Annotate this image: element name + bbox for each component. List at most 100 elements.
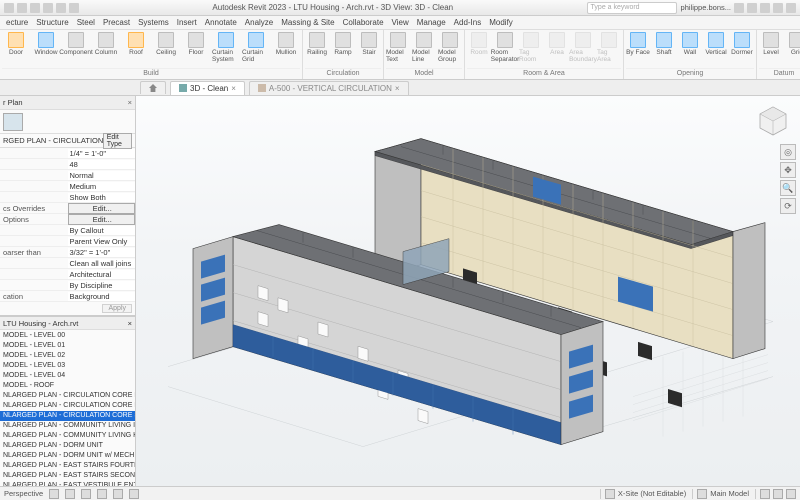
- browser-item[interactable]: NLARGED PLAN - CIRCULATION CORE SECOND/T…: [0, 411, 135, 421]
- tab-structure[interactable]: Structure: [36, 18, 68, 27]
- tab-addins[interactable]: Add-Ins: [454, 18, 482, 27]
- revit-logo-icon[interactable]: [4, 3, 14, 13]
- browser-item[interactable]: NLARGED PLAN - COMMUNITY LIVING KITCHENE…: [0, 431, 135, 441]
- sun-path-icon[interactable]: [65, 489, 75, 499]
- property-value[interactable]: 1/4" = 1'-0": [68, 149, 136, 158]
- property-value[interactable]: By Callout: [68, 226, 136, 235]
- view-tab-3d[interactable]: 3D - Clean×: [170, 81, 245, 95]
- close-icon[interactable]: [786, 3, 796, 13]
- roof-button[interactable]: Roof: [122, 31, 150, 68]
- tab-architecture[interactable]: ecture: [6, 18, 28, 27]
- favorite-icon[interactable]: [734, 3, 744, 13]
- property-value[interactable]: Show Both: [68, 193, 136, 202]
- model-text-button[interactable]: Model Text: [386, 31, 410, 68]
- browser-item[interactable]: NLARGED PLAN - CIRCULATION CORE FIRST FL…: [0, 391, 135, 401]
- redo-icon[interactable]: [56, 3, 66, 13]
- property-value[interactable]: Medium: [68, 182, 136, 191]
- view-tab-home[interactable]: [140, 81, 166, 94]
- view-tab-a500[interactable]: A-500 - VERTICAL CIRCULATION×: [249, 81, 409, 95]
- project-browser[interactable]: MODEL - LEVEL 00MODEL - LEVEL 01MODEL - …: [0, 330, 135, 486]
- property-value[interactable]: By Discipline: [68, 281, 136, 290]
- close-browser-icon[interactable]: ×: [128, 319, 132, 328]
- close-tab-icon[interactable]: ×: [395, 84, 400, 93]
- area-button[interactable]: Area: [545, 31, 569, 68]
- type-selector[interactable]: [0, 110, 135, 134]
- user-menu[interactable]: philippe.bons...: [681, 3, 731, 12]
- model-segment[interactable]: Main Model: [692, 489, 749, 499]
- visual-style-icon[interactable]: [49, 489, 59, 499]
- tab-precast[interactable]: Precast: [103, 18, 130, 27]
- browser-item[interactable]: NLARGED PLAN - DORM UNIT: [0, 441, 135, 451]
- shaft-button[interactable]: Shaft: [652, 31, 676, 68]
- tab-modify[interactable]: Modify: [489, 18, 513, 27]
- select-pinned-icon[interactable]: [773, 489, 783, 499]
- browser-item[interactable]: NLARGED PLAN - EAST STAIRS FOURTH FLOOR: [0, 461, 135, 471]
- model-line-button[interactable]: Model Line: [412, 31, 436, 68]
- help-icon[interactable]: [747, 3, 757, 13]
- room-button[interactable]: Room: [467, 31, 491, 68]
- property-edit-button[interactable]: Edit...: [68, 214, 136, 225]
- level-button[interactable]: Level: [759, 31, 783, 68]
- curtain-grid-button[interactable]: Curtain Grid: [242, 31, 270, 68]
- undo-icon[interactable]: [43, 3, 53, 13]
- help-search[interactable]: Type a keyword: [587, 2, 677, 14]
- hide-isolate-icon[interactable]: [113, 489, 123, 499]
- wall-open-button[interactable]: Wall: [678, 31, 702, 68]
- reveal-icon[interactable]: [129, 489, 139, 499]
- 3d-viewport[interactable]: ◎ ✥ 🔍 ⟳: [136, 96, 800, 486]
- column-button[interactable]: Column: [92, 31, 120, 68]
- shadows-icon[interactable]: [81, 489, 91, 499]
- edit-type-button[interactable]: Edit Type: [103, 133, 132, 149]
- minimize-icon[interactable]: [760, 3, 770, 13]
- crop-icon[interactable]: [97, 489, 107, 499]
- type-name[interactable]: RGED PLAN - CIRCULATION CORE SE: [3, 136, 103, 145]
- orbit-icon[interactable]: ⟳: [780, 198, 796, 214]
- browser-item[interactable]: MODEL - LEVEL 01: [0, 341, 135, 351]
- mullion-button[interactable]: Mullion: [272, 31, 300, 68]
- dormer-button[interactable]: Dormer: [730, 31, 754, 68]
- tab-massing[interactable]: Massing & Site: [281, 18, 334, 27]
- area-bdy-button[interactable]: Area Boundary: [571, 31, 595, 68]
- workset-segment[interactable]: X-Site (Not Editable): [600, 489, 686, 499]
- floor-button[interactable]: Floor: [182, 31, 210, 68]
- browser-item[interactable]: NLARGED PLAN - CIRCULATION CORE FOURTH F…: [0, 401, 135, 411]
- model-group-button[interactable]: Model Group: [438, 31, 462, 68]
- ramp-button[interactable]: Ramp: [331, 31, 355, 68]
- grid-button[interactable]: Grid: [785, 31, 800, 68]
- tag-room-button[interactable]: Tag Room: [519, 31, 543, 68]
- curtain-system-button[interactable]: Curtain System: [212, 31, 240, 68]
- tab-steel[interactable]: Steel: [77, 18, 95, 27]
- browser-item[interactable]: MODEL - ROOF: [0, 381, 135, 391]
- print-icon[interactable]: [69, 3, 79, 13]
- property-value[interactable]: Architectural: [68, 270, 136, 279]
- open-icon[interactable]: [17, 3, 27, 13]
- close-tab-icon[interactable]: ×: [231, 84, 236, 93]
- property-value[interactable]: Parent View Only: [68, 237, 136, 246]
- ceiling-button[interactable]: Ceiling: [152, 31, 180, 68]
- byface-button[interactable]: By Face: [626, 31, 650, 68]
- property-value[interactable]: 48: [68, 160, 136, 169]
- browser-item[interactable]: MODEL - LEVEL 03: [0, 361, 135, 371]
- browser-item[interactable]: MODEL - LEVEL 00: [0, 331, 135, 341]
- save-icon[interactable]: [30, 3, 40, 13]
- window-button[interactable]: Window: [32, 31, 60, 68]
- pan-icon[interactable]: ✥: [780, 162, 796, 178]
- property-edit-button[interactable]: Edit...: [68, 203, 136, 214]
- browser-item[interactable]: NLARGED PLAN - EAST STAIRS SECOND/THIRD …: [0, 471, 135, 481]
- apply-button[interactable]: Apply: [102, 304, 132, 313]
- tab-insert[interactable]: Insert: [177, 18, 197, 27]
- tab-annotate[interactable]: Annotate: [205, 18, 237, 27]
- door-button[interactable]: Door: [2, 31, 30, 68]
- component-button[interactable]: Component: [62, 31, 90, 68]
- property-value[interactable]: Clean all wall joins: [68, 259, 136, 268]
- railing-button[interactable]: Railing: [305, 31, 329, 68]
- zoom-icon[interactable]: 🔍: [780, 180, 796, 196]
- property-value[interactable]: Background: [68, 292, 136, 301]
- room-sep-button[interactable]: Room Separator: [493, 31, 517, 68]
- tab-systems[interactable]: Systems: [138, 18, 169, 27]
- tab-view[interactable]: View: [392, 18, 409, 27]
- tab-collaborate[interactable]: Collaborate: [343, 18, 384, 27]
- property-value[interactable]: 3/32" = 1'-0": [68, 248, 136, 257]
- steering-wheel-icon[interactable]: ◎: [780, 144, 796, 160]
- browser-item[interactable]: MODEL - LEVEL 02: [0, 351, 135, 361]
